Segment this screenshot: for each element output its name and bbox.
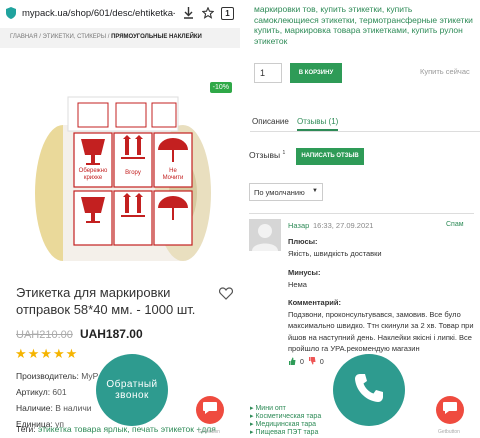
review-votes: 0 0 [288, 357, 324, 367]
chat-widget-button[interactable] [196, 396, 224, 424]
product-title: Этикетка для маркировки отправок 58*40 м… [16, 285, 196, 317]
callback-button[interactable]: Обратный звонок [96, 354, 168, 426]
tab-count-button[interactable]: 1 [221, 6, 234, 20]
attr-label: Наличие: [16, 403, 53, 413]
attr-sku: Артикул: 601 [16, 384, 98, 400]
attr-label: Артикул: [16, 387, 51, 397]
chat-bubble-icon [202, 401, 218, 420]
link-cosmetic[interactable]: ▸ Косметическая тара [250, 413, 321, 421]
tab-description[interactable]: Описание [252, 117, 289, 126]
cons-label: Минусы: [288, 268, 321, 277]
price-block: UAH210.00 UAH187.00 [16, 327, 143, 341]
new-price: UAH187.00 [79, 327, 143, 341]
reviews-heading: Отзывы 1 [249, 150, 285, 160]
quantity-input[interactable]: 1 [254, 63, 282, 83]
shield-icon [6, 7, 16, 19]
getbutton-label: Getbutton [438, 429, 460, 435]
download-icon[interactable] [181, 6, 195, 20]
breadcrumb-current: ПРЯМОУГОЛЬНЫЕ НАКЛЕЙКИ [111, 34, 202, 40]
product-attributes: Производитель: MyP Артикул: 601 Наличие:… [16, 368, 98, 432]
comment-label: Комментарий: [288, 298, 342, 307]
product-tabs: Описание Отзывы (1) [250, 114, 480, 132]
sort-select[interactable]: По умолчанию ▼ [249, 183, 323, 201]
thumbs-up-icon[interactable] [288, 357, 296, 367]
likes-count: 0 [300, 358, 304, 366]
bottom-links: ▸ Мини опт ▸ Косметическая тара ▸ Медици… [250, 405, 321, 437]
rating-stars: ★★★★★ [15, 346, 79, 361]
discount-badge: -10% [209, 82, 232, 93]
star-bookmark-icon[interactable] [201, 6, 215, 20]
tags-label: Теги: [16, 424, 39, 434]
review-cons: Минусы: Нема [288, 267, 474, 290]
tags-continued[interactable]: маркировки тов, купить этикетки, купить … [254, 4, 474, 46]
sort-select-value: По умолчанию [254, 188, 305, 197]
link-mini-opt[interactable]: ▸ Мини опт [250, 405, 321, 413]
getbutton-label: Getbutton [198, 429, 220, 435]
review-author: Назар [288, 221, 310, 230]
link-medical[interactable]: ▸ Медицинская тара [250, 421, 321, 429]
attr-label: Производитель: [16, 371, 79, 381]
chat-bubble-icon [442, 401, 458, 420]
pros-text: Якість, швидкість доставки [288, 248, 382, 258]
breadcrumb-home[interactable]: ГЛАВНАЯ [10, 34, 38, 40]
chevron-down-icon: ▼ [312, 188, 318, 194]
attr-manufacturer: Производитель: MyP [16, 368, 98, 384]
dislikes-count: 0 [319, 358, 324, 366]
heart-wishlist-icon[interactable] [218, 287, 234, 301]
link-food-pet[interactable]: ▸ Пищевая ПЭТ тара [250, 429, 321, 437]
link-text: Мини опт [255, 405, 286, 412]
product-tags: Теги: этикетка товара ярлык, печать этик… [16, 424, 216, 434]
label-text-dry: Не [169, 168, 177, 174]
write-review-button[interactable]: НАПИСАТЬ ОТЗЫВ [296, 148, 364, 165]
comment-text: Подзвони, проконсультувався, замовив. Вс… [288, 309, 474, 354]
label-text-up: Вгору [125, 170, 141, 176]
right-screenshot: маркировки тов, купить этикетки, купить … [240, 0, 480, 438]
link-text: Медицинская тара [255, 421, 317, 428]
add-to-cart-button[interactable]: В КОРЗИНУ [290, 63, 342, 83]
tab-reviews[interactable]: Отзывы (1) [297, 117, 339, 131]
cons-text: Нема [288, 279, 307, 289]
review-date: 16:33, 27.09.2021 [313, 221, 374, 230]
label-text-fragile: Обережно [79, 168, 108, 174]
callback-line2: звонок [115, 390, 149, 401]
breadcrumb-category[interactable]: ЭТИКЕТКИ, СТИКЕРЫ [43, 34, 107, 40]
review-comment: Комментарий: Подзвони, проконсультувався… [288, 297, 474, 355]
svg-text:крихке: крихке [84, 175, 103, 181]
call-button[interactable] [333, 354, 405, 426]
left-screenshot: mypack.ua/shop/601/desc/ehtiketka-dlja-r… [0, 0, 240, 438]
old-price: UAH210.00 [16, 329, 73, 341]
browser-address-bar[interactable]: mypack.ua/shop/601/desc/ehtiketka-dlja-r… [0, 0, 240, 26]
divider [249, 213, 474, 214]
url-text[interactable]: mypack.ua/shop/601/desc/ehtiketka-dlja-r [22, 8, 175, 19]
spam-link[interactable]: Спам [446, 221, 464, 228]
product-image[interactable]: Обережнокрихке Вгору НеМочити [8, 75, 234, 267]
chat-widget-button[interactable] [436, 396, 464, 424]
reviews-count: 1 [282, 150, 286, 157]
pros-label: Плюсы: [288, 237, 318, 246]
reviews-label: Отзывы [249, 150, 281, 160]
svg-text:Мочити: Мочити [163, 175, 184, 181]
review-pros: Плюсы: Якість, швидкість доставки [288, 236, 474, 259]
buy-now-link[interactable]: Купить сейчас [420, 67, 470, 76]
attr-value: 601 [50, 387, 67, 397]
link-text: Косметическая тара [255, 413, 322, 420]
attr-value: В наличи [52, 403, 92, 413]
attr-availability: Наличие: В наличи [16, 400, 98, 416]
callback-line1: Обратный [106, 379, 158, 390]
avatar [249, 219, 281, 251]
thumbs-down-icon[interactable] [308, 357, 316, 367]
breadcrumb: ГЛАВНАЯ / ЭТИКЕТКИ, СТИКЕРЫ / ПРЯМОУГОЛЬ… [0, 28, 240, 48]
phone-icon [352, 371, 386, 410]
link-text: Пищевая ПЭТ тара [255, 429, 319, 436]
